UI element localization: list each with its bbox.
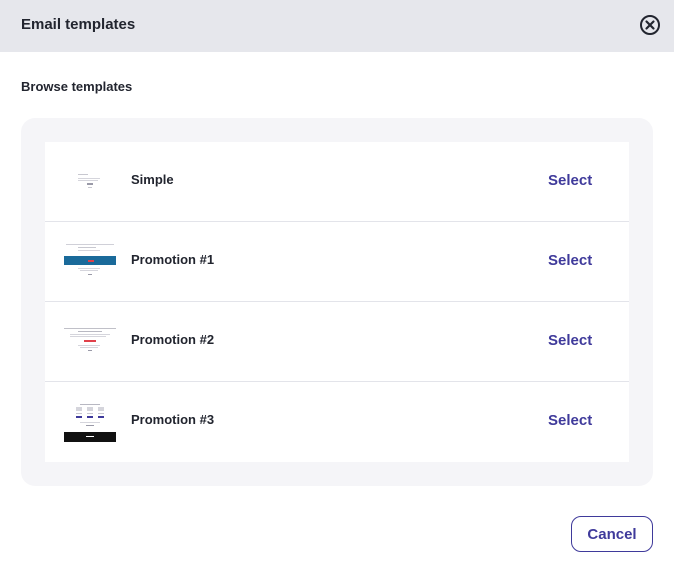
template-row-promotion-2: Promotion #2 Select: [45, 302, 629, 382]
select-promotion-3-button[interactable]: Select: [548, 412, 592, 429]
simple-template-thumbnail-icon: [64, 162, 116, 202]
section-heading: Browse templates: [21, 79, 133, 94]
templates-panel: Simple Select Promotion #1 Select Promot…: [21, 118, 653, 486]
template-name: Promotion #1: [131, 252, 215, 267]
template-name: Promotion #3: [131, 412, 215, 427]
select-promotion-1-button[interactable]: Select: [548, 252, 592, 269]
template-row-promotion-3: Promotion #3 Select: [45, 382, 629, 462]
dialog-title: Email templates: [21, 16, 136, 33]
template-name: Promotion #2: [131, 332, 215, 347]
promotion-3-template-thumbnail-icon: [64, 402, 116, 442]
template-row-promotion-1: Promotion #1 Select: [45, 222, 629, 302]
template-list: Simple Select Promotion #1 Select Promot…: [45, 142, 629, 462]
select-promotion-2-button[interactable]: Select: [548, 332, 592, 349]
promotion-2-template-thumbnail-icon: [64, 322, 116, 362]
email-templates-dialog: Email templates Browse templates Simple …: [0, 0, 674, 572]
cancel-button[interactable]: Cancel: [571, 516, 653, 552]
close-button[interactable]: [639, 14, 661, 36]
template-name: Simple: [131, 172, 174, 187]
template-row-simple: Simple Select: [45, 142, 629, 222]
promotion-1-template-thumbnail-icon: [64, 242, 116, 282]
dialog-header: Email templates: [0, 0, 674, 52]
select-simple-button[interactable]: Select: [548, 172, 592, 189]
close-icon: [640, 15, 660, 35]
